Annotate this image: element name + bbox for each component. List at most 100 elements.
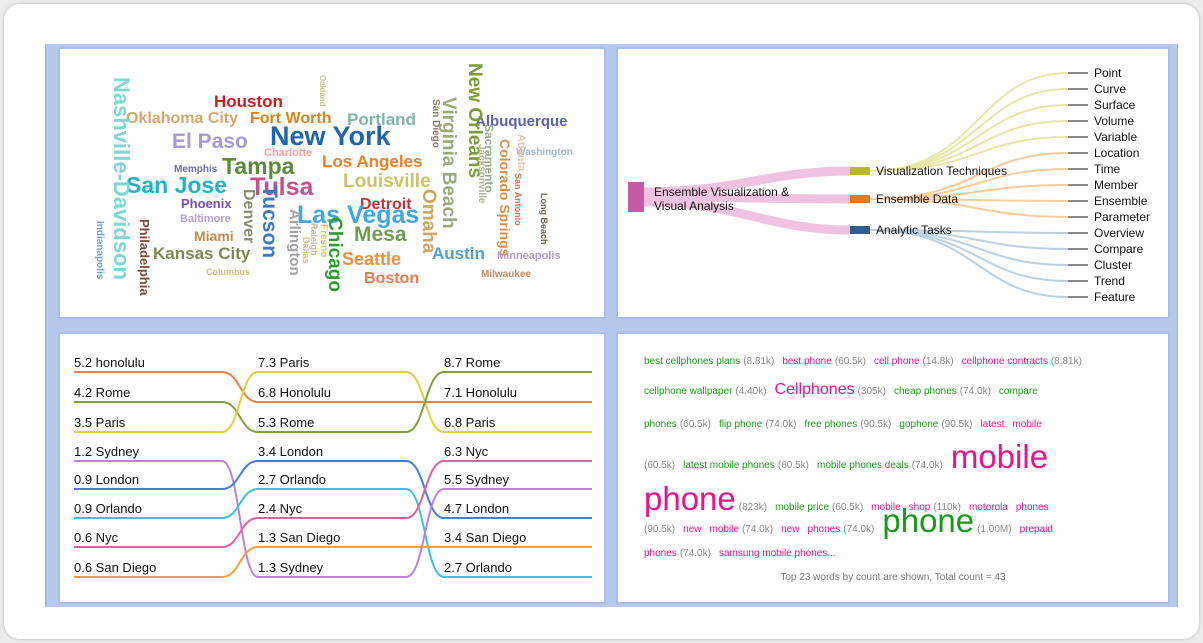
cloud-word: Tucson (258, 185, 281, 259)
bump-label: 3.4 San Diego (444, 530, 527, 545)
keyword-count: (74.0k) (679, 548, 711, 559)
bump-label: 2.4 Nyc (258, 501, 303, 516)
bump-label: 6.3 Nyc (444, 444, 489, 459)
cloud-word: Philadelphia (137, 219, 152, 296)
keyword-count: (14.8k) (922, 356, 954, 367)
cloud-word: Chicago (324, 217, 345, 292)
keyword-term: latest mobile phones (60.5k) (683, 456, 809, 472)
cloud-word: Dallas (301, 237, 311, 264)
keyword-text: latest mobile phones (683, 460, 775, 471)
bump-label: 7.1 Honolulu (444, 385, 517, 400)
keyword-term: mobile (1012, 415, 1041, 431)
bump-label: 0.6 San Diego (74, 560, 157, 575)
cloud-word: Columbus (206, 267, 250, 277)
cloud-word: Omaha (418, 189, 439, 254)
keyword-term: cheap phones (74.0k) (894, 382, 991, 398)
keyword-term: cellphone wallpaper (4.40k) (644, 382, 767, 398)
cloud-word: Denver (240, 189, 257, 244)
cloud-word: Virginia Beach (438, 97, 459, 229)
keyword-count: (74.0k) (843, 524, 875, 535)
keyword-line: (60.5k) latest mobile phones (60.5k) mobile… (644, 440, 1048, 476)
cloud-word: Atlanta (515, 134, 527, 172)
tree-leaf-label: Cluster (1094, 258, 1133, 272)
tree-leaf-link (869, 88, 1069, 172)
cloud-word: Austin (432, 244, 485, 263)
keyword-term: gophone (90.5k) (899, 415, 972, 431)
tree-leaf-label: Curve (1094, 82, 1127, 96)
cloud-word: Arlington (286, 209, 303, 276)
keyword-term: mobile (74.0k) (709, 520, 773, 536)
tree-leaf-label: Feature (1094, 290, 1136, 304)
keyword-term: phones (60.5k) (644, 415, 711, 431)
keyword-term: new (781, 520, 799, 536)
bump-label: 3.4 London (258, 444, 324, 459)
keyword-count: (60.5k) (679, 419, 711, 430)
cloud-word: Colorado Springs (497, 139, 513, 257)
keyword-line: (90.5k) new mobile (74.0k) new phones (74.0k) p… (644, 504, 1053, 540)
keyword-term: phones (74.0k) (644, 544, 711, 560)
tree-leaf-label: Point (1094, 66, 1122, 80)
bump-label: 6.8 Paris (444, 415, 496, 430)
keyword-line: phones (60.5k) flip phone (74.0k) free phone… (644, 415, 1042, 431)
word-cloud-panel: Houston Oklahoma City Fort Worth Portland Al… (58, 47, 606, 319)
keyword-text: mobile phones deals (816, 460, 909, 471)
keyword-count: (74.0k) (911, 460, 943, 471)
keyword-count: (60.5k) (644, 460, 676, 471)
tree-leaf-label: Parameter (1094, 210, 1151, 224)
bump-label: 6.8 Honolulu (258, 385, 331, 400)
keyword-term: cell phone (14.8k) (874, 352, 954, 368)
figure-frame: Houston Oklahoma City Fort Worth Portland Al… (45, 44, 1178, 607)
cloud-word: Los Angeles (322, 152, 423, 171)
keyword-text: cheap phones (893, 386, 957, 397)
keyword-text: gophone (899, 419, 939, 430)
keyword-term: new (683, 520, 701, 536)
keyword-count: (8.81k) (743, 356, 775, 367)
tree-leaf-label: Compare (1094, 242, 1144, 256)
keyword-count: (74.0k) (959, 386, 991, 397)
keyword-count: (60.5k) (834, 356, 866, 367)
bump-link (405, 460, 445, 519)
keyword-term: mobile (951, 440, 1048, 473)
cloud-word: Milwaukee (481, 269, 532, 280)
bump-label: 4.2 Rome (74, 385, 131, 400)
keyword-text: prepaid (1019, 524, 1053, 535)
keyword-text: samsung mobile phones... (718, 548, 836, 559)
keyword-text: latest (980, 419, 1005, 430)
bump-link (221, 371, 259, 403)
cloud-word: San Jose (126, 172, 227, 198)
tree-leaf-label: Member (1094, 178, 1139, 192)
keyword-count: (90.5k) (941, 419, 973, 430)
cloud-word: Kansas City (153, 244, 251, 263)
keyword-count: (90.5k) (644, 524, 676, 535)
bump-link (405, 488, 445, 578)
cloud-word: Nashville-Davidson (109, 77, 134, 280)
keyword-text: phones (644, 419, 677, 430)
cloud-word: El Paso (172, 130, 248, 153)
keyword-count: (305k) (857, 386, 886, 397)
keyword-count: (74.0k) (765, 419, 797, 430)
bump-label: 5.3 Rome (258, 415, 315, 430)
keyword-term: best phone (60.5k) (782, 352, 866, 368)
bump-label: 3.5 Paris (74, 415, 126, 430)
keyword-text: phone (882, 502, 975, 539)
cloud-word: Oklahoma City (126, 110, 239, 127)
keyword-text: cell phone (873, 356, 920, 367)
keyword-cloud-panel: Top 23 words by count are shown, Total c… (616, 332, 1170, 604)
keyword-term: phones (74.0k) (807, 520, 874, 536)
keyword-term: prepaid (1020, 520, 1053, 536)
keyword-text: best phone (782, 356, 832, 367)
tree-root-label: Ensemble Visualization & Visual Analysis (654, 185, 790, 213)
tree-leaf-label: Trend (1094, 274, 1125, 288)
bump-label: 1.3 San Diego (258, 530, 341, 545)
bump-label: 4.7 London (444, 501, 510, 516)
keyword-term: latest (980, 415, 1004, 431)
cloud-word: San Antonio (513, 173, 523, 226)
cloud-word: Phoenix (181, 196, 232, 211)
bump-label: 7.3 Paris (258, 355, 310, 370)
keyword-term: free phones (90.5k) (804, 415, 891, 431)
bump-chart-panel: 5.2 honolulu 4.2 Rome 3.5 Paris 1.2 Sydney 0… (58, 332, 606, 604)
tree-leaf-label: Overview (1094, 226, 1145, 240)
keyword-text: cellphone wallpaper (644, 386, 733, 397)
keyword-footer: Top 23 words by count are shown, Total c… (780, 572, 1006, 583)
keyword-line: cellphone wallpaper (4.40k) Cellphones (305… (644, 382, 1038, 404)
